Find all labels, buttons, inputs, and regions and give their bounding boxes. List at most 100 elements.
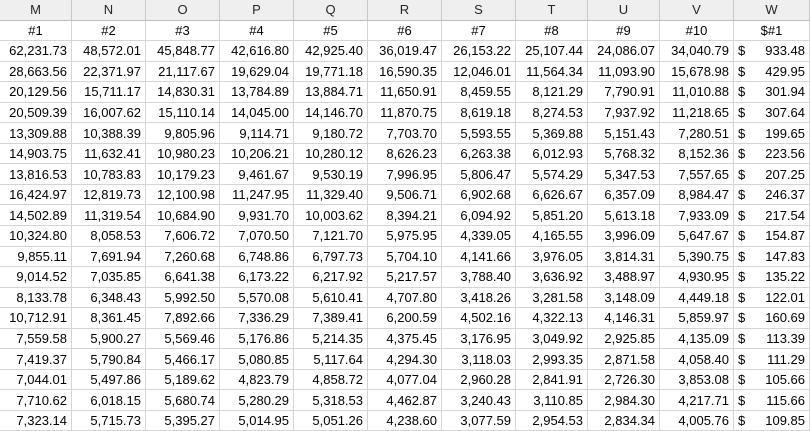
cell-o-row-16[interactable]: 5,466.17 — [146, 349, 220, 370]
cell-o-row-13[interactable]: 5,992.50 — [146, 287, 220, 309]
spreadsheet-grid[interactable]: M N O P Q R S T U V W #1 #2 #3 #4 #5 #6 #7 #8 #9 #10 $#1 62,23… — [0, 0, 810, 431]
cell-s-row-10[interactable]: 4,339.05 — [442, 226, 516, 247]
cell-o-row-15[interactable]: 5,569.46 — [146, 328, 220, 350]
cell-t-row-11[interactable]: 3,976.05 — [516, 246, 588, 268]
cell-u-row-8[interactable]: 6,357.09 — [588, 184, 660, 206]
cell-m-row-1[interactable]: 62,231.73 — [0, 41, 72, 62]
cell-n-row-11[interactable]: 7,691.94 — [72, 246, 146, 268]
cell-r-row-3[interactable]: 11,650.91 — [368, 82, 442, 103]
cell-n-row-1[interactable]: 48,572.01 — [72, 41, 146, 62]
cell-s-row-1[interactable]: 26,153.22 — [442, 41, 516, 62]
cell-r-row-13[interactable]: 4,707.80 — [368, 287, 442, 309]
cell-r-row-10[interactable]: 5,975.95 — [368, 226, 442, 247]
header-cell-u[interactable]: #9 — [588, 20, 660, 42]
column-header-v[interactable]: V — [660, 0, 734, 21]
column-header-n[interactable]: N — [72, 0, 146, 21]
cell-q-row-2[interactable]: 19,771.18 — [294, 61, 368, 83]
cell-w-row-10[interactable]: $154.87 — [734, 226, 810, 247]
cell-p-row-15[interactable]: 5,176.86 — [220, 328, 294, 350]
cell-v-row-14[interactable]: 5,859.97 — [660, 308, 734, 329]
cell-u-row-1[interactable]: 24,086.07 — [588, 41, 660, 62]
cell-v-row-1[interactable]: 34,040.79 — [660, 41, 734, 62]
cell-u-row-7[interactable]: 5,347.53 — [588, 164, 660, 185]
cell-v-row-18[interactable]: 4,217.71 — [660, 390, 734, 411]
cell-t-row-5[interactable]: 5,369.88 — [516, 123, 588, 144]
cell-w-row-15[interactable]: $113.39 — [734, 328, 810, 350]
cell-q-row-6[interactable]: 10,280.12 — [294, 143, 368, 165]
cell-m-row-6[interactable]: 14,903.75 — [0, 143, 72, 165]
cell-n-row-3[interactable]: 15,711.17 — [72, 82, 146, 103]
cell-n-row-14[interactable]: 8,361.45 — [72, 308, 146, 329]
column-header-m[interactable]: M — [0, 0, 72, 21]
column-header-p[interactable]: P — [220, 0, 294, 21]
cell-t-row-4[interactable]: 8,274.53 — [516, 102, 588, 124]
column-header-o[interactable]: O — [146, 0, 220, 21]
cell-m-row-13[interactable]: 8,133.78 — [0, 287, 72, 309]
cell-s-row-13[interactable]: 3,418.26 — [442, 287, 516, 309]
cell-o-row-8[interactable]: 12,100.98 — [146, 184, 220, 206]
cell-q-row-4[interactable]: 14,146.70 — [294, 102, 368, 124]
cell-n-row-13[interactable]: 6,348.43 — [72, 287, 146, 309]
cell-s-row-6[interactable]: 6,263.38 — [442, 143, 516, 165]
cell-q-row-8[interactable]: 11,329.40 — [294, 184, 368, 206]
cell-o-row-17[interactable]: 5,189.62 — [146, 369, 220, 391]
cell-m-row-18[interactable]: 7,710.62 — [0, 390, 72, 411]
column-header-t[interactable]: T — [516, 0, 588, 21]
cell-o-row-9[interactable]: 10,684.90 — [146, 205, 220, 227]
column-header-q[interactable]: Q — [294, 0, 368, 21]
cell-r-row-4[interactable]: 11,870.75 — [368, 102, 442, 124]
cell-m-row-12[interactable]: 9,014.52 — [0, 267, 72, 288]
cell-n-row-17[interactable]: 5,497.86 — [72, 369, 146, 391]
cell-v-row-4[interactable]: 11,218.65 — [660, 102, 734, 124]
header-cell-m[interactable]: #1 — [0, 20, 72, 42]
cell-s-row-5[interactable]: 5,593.55 — [442, 123, 516, 144]
cell-n-row-7[interactable]: 10,783.83 — [72, 164, 146, 185]
cell-v-row-12[interactable]: 4,930.95 — [660, 267, 734, 288]
cell-v-row-5[interactable]: 7,280.51 — [660, 123, 734, 144]
cell-u-row-6[interactable]: 5,768.32 — [588, 143, 660, 165]
cell-q-row-1[interactable]: 42,925.40 — [294, 41, 368, 62]
cell-w-row-11[interactable]: $147.83 — [734, 246, 810, 268]
cell-p-row-3[interactable]: 13,784.89 — [220, 82, 294, 103]
header-cell-o[interactable]: #3 — [146, 20, 220, 42]
cell-w-row-12[interactable]: $135.22 — [734, 267, 810, 288]
cell-t-row-6[interactable]: 6,012.93 — [516, 143, 588, 165]
cell-w-row-19[interactable]: $109.85 — [734, 410, 810, 431]
cell-m-row-11[interactable]: 9,855.11 — [0, 246, 72, 268]
cell-r-row-2[interactable]: 16,590.35 — [368, 61, 442, 83]
cell-r-row-6[interactable]: 8,626.23 — [368, 143, 442, 165]
cell-r-row-17[interactable]: 4,077.04 — [368, 369, 442, 391]
cell-p-row-8[interactable]: 11,247.95 — [220, 184, 294, 206]
cell-m-row-4[interactable]: 20,509.39 — [0, 102, 72, 124]
cell-u-row-5[interactable]: 5,151.43 — [588, 123, 660, 144]
cell-s-row-15[interactable]: 3,176.95 — [442, 328, 516, 350]
cell-p-row-7[interactable]: 9,461.67 — [220, 164, 294, 185]
cell-v-row-2[interactable]: 15,678.98 — [660, 61, 734, 83]
cell-q-row-10[interactable]: 7,121.70 — [294, 226, 368, 247]
header-cell-r[interactable]: #6 — [368, 20, 442, 42]
cell-w-row-8[interactable]: $246.37 — [734, 184, 810, 206]
cell-v-row-11[interactable]: 5,390.75 — [660, 246, 734, 268]
column-header-r[interactable]: R — [368, 0, 442, 21]
cell-r-row-8[interactable]: 9,506.71 — [368, 184, 442, 206]
cell-t-row-16[interactable]: 2,993.35 — [516, 349, 588, 370]
cell-t-row-2[interactable]: 11,564.34 — [516, 61, 588, 83]
cell-v-row-17[interactable]: 3,853.08 — [660, 369, 734, 391]
cell-r-row-9[interactable]: 8,394.21 — [368, 205, 442, 227]
cell-p-row-18[interactable]: 5,280.29 — [220, 390, 294, 411]
cell-q-row-16[interactable]: 5,117.64 — [294, 349, 368, 370]
cell-t-row-3[interactable]: 8,121.29 — [516, 82, 588, 103]
cell-q-row-14[interactable]: 7,389.41 — [294, 308, 368, 329]
header-cell-w[interactable]: $#1 — [734, 20, 810, 42]
column-header-s[interactable]: S — [442, 0, 516, 21]
cell-o-row-7[interactable]: 10,179.23 — [146, 164, 220, 185]
cell-w-row-1[interactable]: $933.48 — [734, 41, 810, 62]
cell-s-row-7[interactable]: 5,806.47 — [442, 164, 516, 185]
cell-s-row-19[interactable]: 3,077.59 — [442, 410, 516, 431]
cell-r-row-1[interactable]: 36,019.47 — [368, 41, 442, 62]
cell-s-row-2[interactable]: 12,046.01 — [442, 61, 516, 83]
header-cell-n[interactable]: #2 — [72, 20, 146, 42]
cell-t-row-9[interactable]: 5,851.20 — [516, 205, 588, 227]
cell-u-row-13[interactable]: 3,148.09 — [588, 287, 660, 309]
cell-p-row-14[interactable]: 7,336.29 — [220, 308, 294, 329]
